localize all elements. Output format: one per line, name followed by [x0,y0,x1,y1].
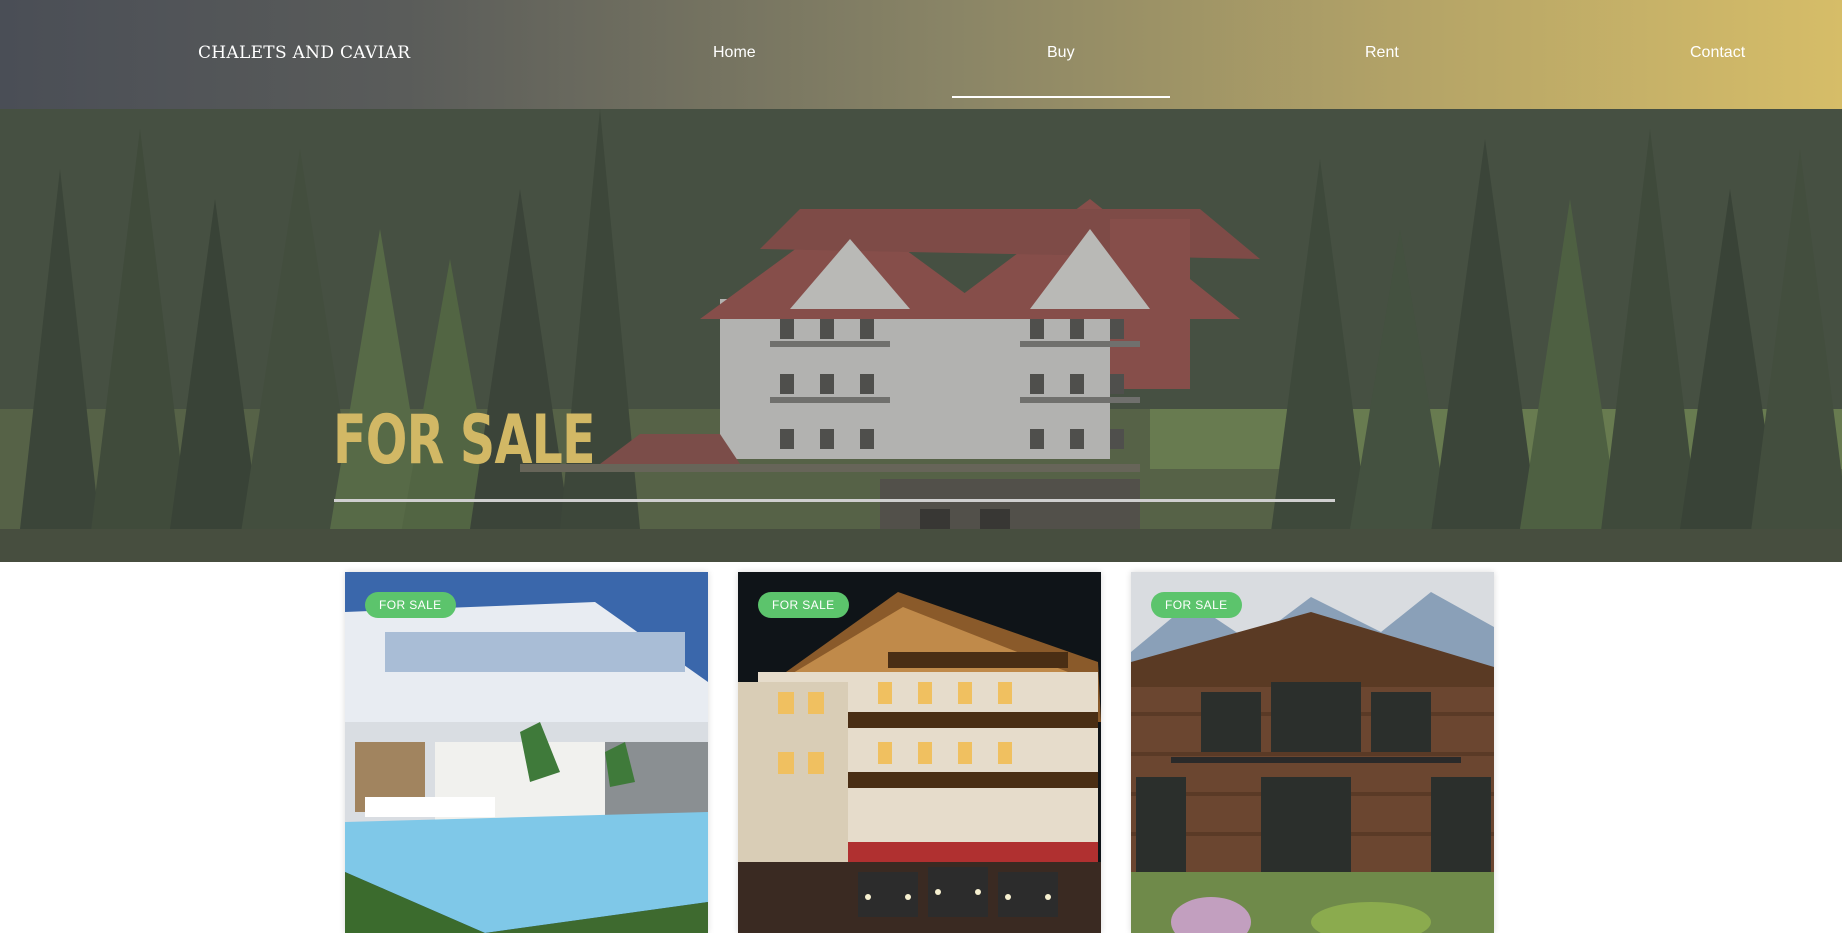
listing-card[interactable]: FOR SALE [345,572,708,933]
hero-divider [334,499,1335,502]
nav-home[interactable]: Home [713,44,756,62]
nav-active-underline [952,96,1170,98]
hero-title: FOR SALE [333,401,596,480]
listing-card[interactable]: FOR SALE [738,572,1101,933]
listing-image-villa [345,572,708,933]
hero-banner: FOR SALE [0,109,1842,562]
listing-image-wooden-chalet [1131,572,1494,933]
listing-card[interactable]: FOR SALE [1131,572,1494,933]
listing-image-night-chalet [738,572,1101,933]
hero-overlay [0,109,1842,562]
site-header: CHALETS AND CAVIAR Home Buy Rent Contact [0,0,1842,109]
nav-buy[interactable]: Buy [1047,44,1075,62]
for-sale-badge: FOR SALE [758,592,849,618]
site-logo[interactable]: CHALETS AND CAVIAR [198,43,410,63]
for-sale-badge: FOR SALE [1151,592,1242,618]
nav-rent[interactable]: Rent [1365,44,1399,62]
nav-contact[interactable]: Contact [1690,44,1745,62]
for-sale-badge: FOR SALE [365,592,456,618]
